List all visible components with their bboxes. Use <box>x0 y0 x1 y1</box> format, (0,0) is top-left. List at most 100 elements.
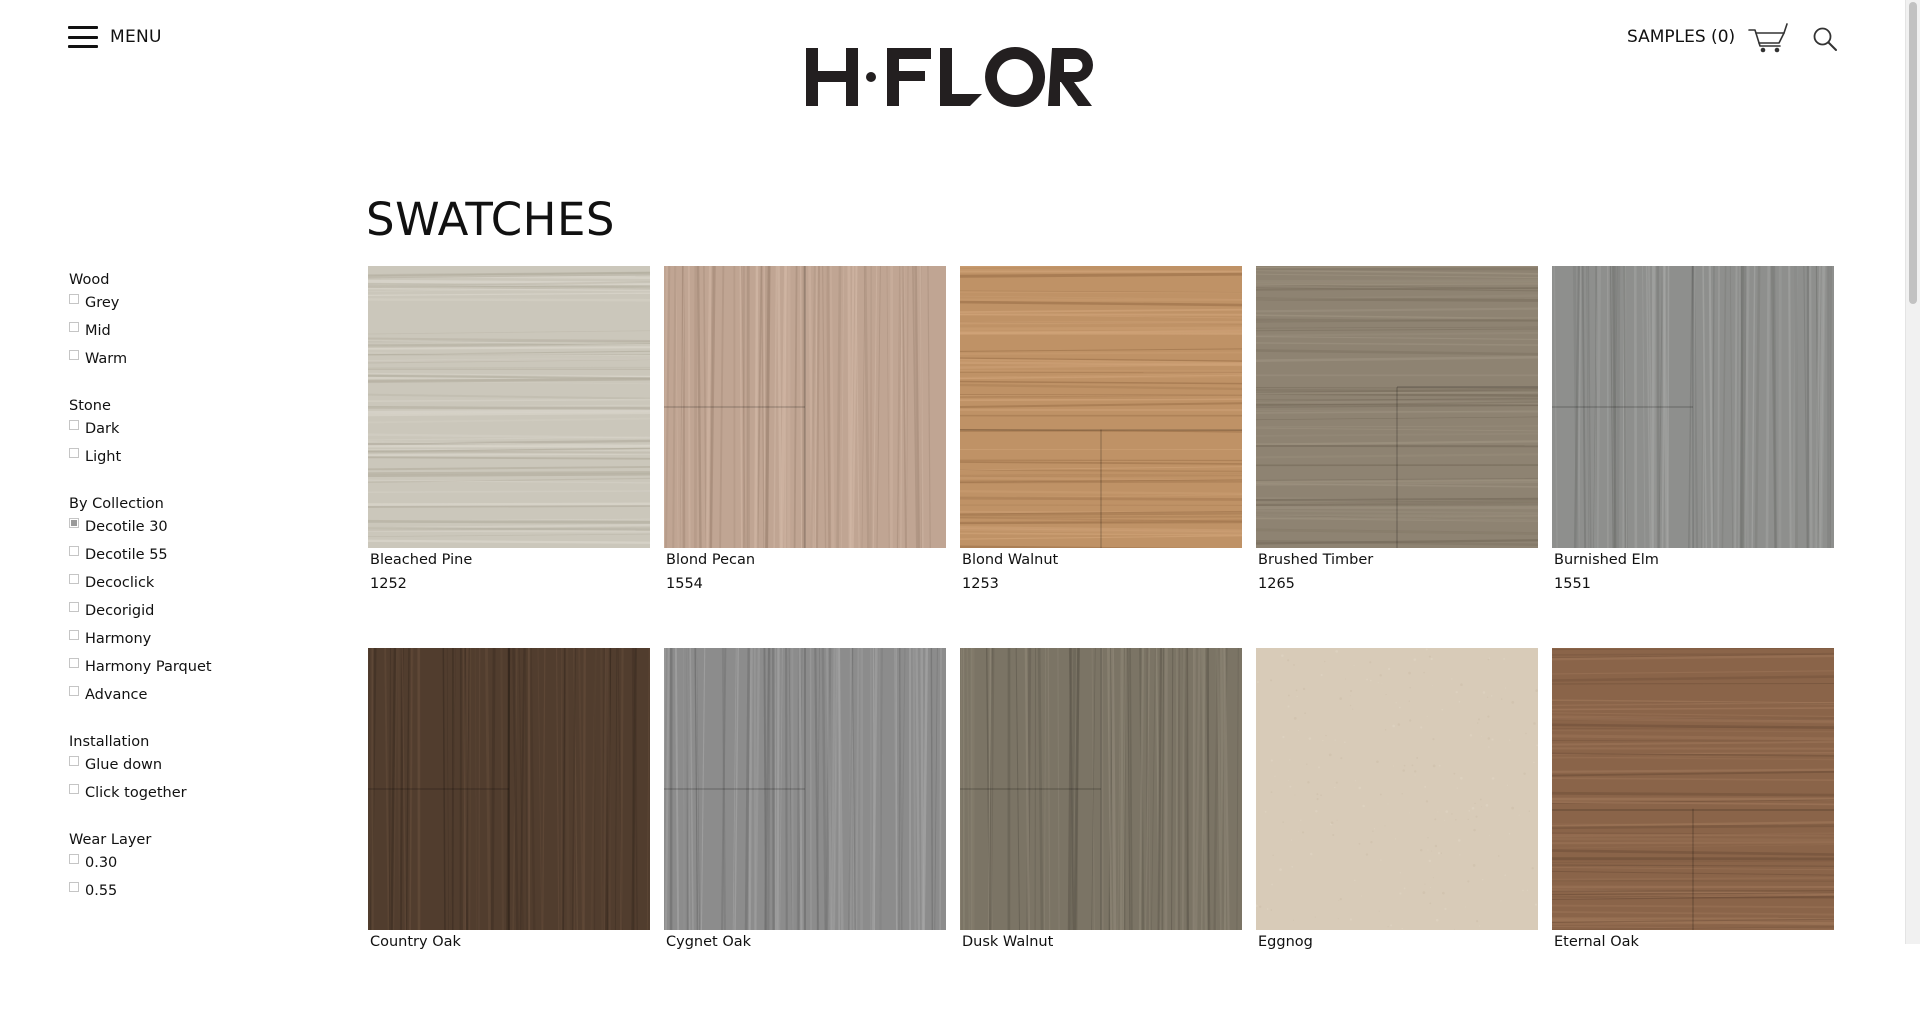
swatch-image[interactable] <box>1552 648 1834 930</box>
swatch-name[interactable]: Dusk Walnut <box>962 932 1242 952</box>
checkbox[interactable] <box>69 420 79 430</box>
hamburger-icon <box>68 26 98 48</box>
swatch-name[interactable]: Bleached Pine <box>370 550 650 570</box>
checkbox[interactable] <box>69 686 79 696</box>
swatch-texture <box>1256 648 1538 930</box>
filter-option-decotile-30[interactable]: Decotile 30 <box>69 516 329 544</box>
filter-option-label: Harmony <box>85 630 151 648</box>
swatch-name[interactable]: Cygnet Oak <box>666 932 946 952</box>
filter-option-glue-down[interactable]: Glue down <box>69 754 329 782</box>
swatch-card-cygnet-oak[interactable]: Cygnet Oak <box>664 648 946 1030</box>
swatch-code <box>1554 956 1834 976</box>
swatch-card-blond-pecan[interactable]: Blond Pecan1554 <box>664 266 946 648</box>
scrollbar-thumb[interactable] <box>1909 2 1917 304</box>
swatch-card-burnished-elm[interactable]: Burnished Elm 1551 <box>1552 266 1834 648</box>
checkbox[interactable] <box>69 882 79 892</box>
filter-group-title: Installation <box>69 730 329 754</box>
swatch-image[interactable] <box>1552 266 1834 548</box>
checkbox[interactable] <box>69 602 79 612</box>
filter-option-mid[interactable]: Mid <box>69 320 329 348</box>
swatch-image[interactable] <box>1256 648 1538 930</box>
brand-logo[interactable] <box>800 42 1100 116</box>
filter-option-0-55[interactable]: 0.55 <box>69 880 329 908</box>
swatch-texture <box>1256 266 1538 548</box>
checkbox[interactable] <box>69 658 79 668</box>
filter-option-label: Decotile 30 <box>85 518 168 536</box>
checkbox[interactable] <box>69 322 79 332</box>
swatch-card-brushed-timber[interactable]: Brushed Timber 1265 <box>1256 266 1538 648</box>
swatch-image[interactable] <box>960 266 1242 548</box>
filter-option-label: Light <box>85 448 121 466</box>
filter-option-label: Decoclick <box>85 574 154 592</box>
swatch-code: 1252 <box>370 574 650 594</box>
swatch-image[interactable] <box>960 648 1242 930</box>
cart-icon[interactable] <box>1748 22 1788 54</box>
swatch-image[interactable] <box>664 648 946 930</box>
swatch-name[interactable]: Blond Walnut <box>962 550 1242 570</box>
swatch-image[interactable] <box>664 266 946 548</box>
filter-option-label: Decorigid <box>85 602 154 620</box>
filter-sidebar: WoodGreyMidWarmStoneDarkLightBy Collecti… <box>69 268 329 926</box>
filter-option-dark[interactable]: Dark <box>69 418 329 446</box>
swatch-code: 1265 <box>1258 574 1538 594</box>
checkbox[interactable] <box>69 350 79 360</box>
filter-option-light[interactable]: Light <box>69 446 329 474</box>
scrollbar[interactable] <box>1905 0 1920 944</box>
filter-option-grey[interactable]: Grey <box>69 292 329 320</box>
checkbox[interactable] <box>69 854 79 864</box>
swatch-name[interactable]: Eggnog <box>1258 932 1538 952</box>
filter-option-label: Harmony Parquet <box>85 658 212 676</box>
menu-button[interactable]: MENU <box>68 26 162 48</box>
checkbox[interactable] <box>69 448 79 458</box>
checkbox[interactable] <box>69 756 79 766</box>
filter-option-decorigid[interactable]: Decorigid <box>69 600 329 628</box>
swatch-texture <box>664 266 946 548</box>
swatch-name[interactable]: Blond Pecan <box>666 550 946 570</box>
swatch-name[interactable]: Burnished Elm <box>1554 550 1834 570</box>
search-icon[interactable] <box>1812 26 1838 52</box>
checkbox[interactable] <box>69 630 79 640</box>
page-title: SWATCHES <box>366 193 615 246</box>
swatch-card-bleached-pine[interactable]: Bleached Pine 1252 <box>368 266 650 648</box>
filter-group-title: Wood <box>69 268 329 292</box>
swatch-texture <box>1552 648 1834 930</box>
swatch-image[interactable] <box>1256 266 1538 548</box>
swatch-image[interactable] <box>368 266 650 548</box>
filter-option-warm[interactable]: Warm <box>69 348 329 376</box>
filter-option-click-together[interactable]: Click together <box>69 782 329 810</box>
filter-group-by-collection: By Collection Decotile 30 Decotile 55 Decoc… <box>69 492 329 712</box>
swatch-card-eternal-oak[interactable]: Eternal Oak <box>1552 648 1834 1030</box>
checkbox[interactable] <box>69 784 79 794</box>
filter-group-stone: StoneDarkLight <box>69 394 329 474</box>
filter-option-decotile-55[interactable]: Decotile 55 <box>69 544 329 572</box>
filter-group-title: By Collection <box>69 492 329 516</box>
filter-option-decoclick[interactable]: Decoclick <box>69 572 329 600</box>
swatch-grid: Bleached Pine1252Blond Pecan1554Blond Wa… <box>368 266 1834 1030</box>
swatch-texture <box>368 266 650 548</box>
swatch-code <box>666 956 946 976</box>
menu-label: MENU <box>110 27 162 47</box>
swatch-card-dusk-walnut[interactable]: Dusk Walnut <box>960 648 1242 1030</box>
filter-option-label: 0.55 <box>85 882 117 900</box>
swatch-card-eggnog[interactable]: Eggnog <box>1256 648 1538 1030</box>
filter-option-label: Dark <box>85 420 119 438</box>
swatch-texture <box>368 648 650 930</box>
filter-group-installation: InstallationGlue down Click together <box>69 730 329 810</box>
filter-option-0-30[interactable]: 0.30 <box>69 852 329 880</box>
checkbox[interactable] <box>69 546 79 556</box>
swatch-card-blond-walnut[interactable]: Blond Walnut1253 <box>960 266 1242 648</box>
swatch-code: 1551 <box>1554 574 1834 594</box>
checkbox[interactable] <box>69 574 79 584</box>
filter-option-harmony[interactable]: Harmony <box>69 628 329 656</box>
swatch-card-country-oak[interactable]: Country Oak <box>368 648 650 1030</box>
filter-option-harmony-parquet[interactable]: Harmony Parquet <box>69 656 329 684</box>
filter-option-advance[interactable]: Advance <box>69 684 329 712</box>
checkbox[interactable] <box>69 294 79 304</box>
swatch-name[interactable]: Eternal Oak <box>1554 932 1834 952</box>
swatch-image[interactable] <box>368 648 650 930</box>
samples-link[interactable]: SAMPLES (0) <box>1627 27 1735 47</box>
swatch-name[interactable]: Country Oak <box>370 932 650 952</box>
swatch-name[interactable]: Brushed Timber <box>1258 550 1538 570</box>
filter-option-label: Click together <box>85 784 187 802</box>
checkbox[interactable] <box>69 518 79 528</box>
